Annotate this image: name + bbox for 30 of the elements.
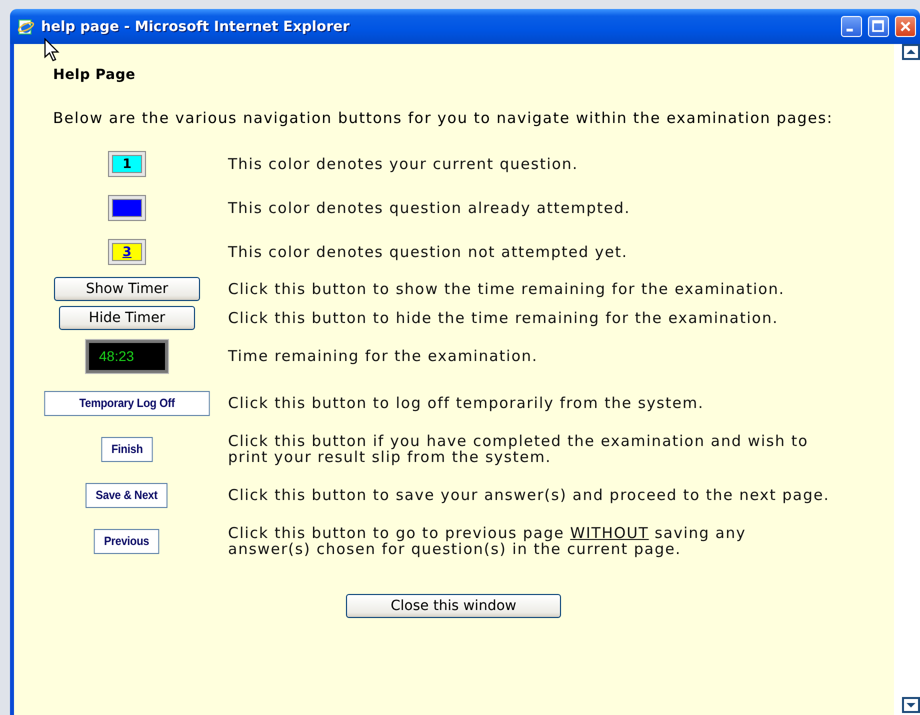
nav-button[interactable]: Temporary Log Off [44, 390, 210, 416]
description-text: Click this button to save your answer(s) and proceed to the next page. [228, 487, 831, 503]
description-text: Click this button to go to previous page WITHOUT saving any answer(s) chosen for question(s) in the current page. [228, 525, 748, 557]
question-swatch: 1 [112, 155, 142, 173]
question-swatch: 3 [112, 243, 142, 261]
timer-button[interactable]: Hide Timer [59, 306, 195, 330]
description-text: Click this button if you have completed the examination and wish to print your result slip from the system. [228, 433, 810, 465]
description-text: This color denotes your current question. [228, 156, 580, 172]
browser-icon [17, 18, 35, 36]
description-text: Time remaining for the examination. [228, 348, 539, 364]
timer-display: 48:23 [86, 340, 168, 372]
close-window-button[interactable]: Close this window [346, 594, 561, 618]
maximize-button[interactable] [868, 16, 889, 37]
close-icon[interactable] [895, 16, 916, 37]
nav-button[interactable]: Save & Next [86, 482, 168, 508]
scroll-down-icon[interactable] [902, 697, 920, 713]
scroll-up-icon[interactable] [902, 44, 920, 60]
description-text: Click this button to log off temporarily from the system. [228, 395, 705, 411]
cursor-icon [44, 38, 60, 62]
timer-button[interactable]: Show Timer [54, 276, 200, 300]
minimize-button[interactable] [841, 16, 862, 37]
description-text: Click this button to hide the time remaining for the examination. [228, 310, 780, 326]
description-text: This color denotes question already attempted. [228, 200, 632, 216]
nav-button[interactable]: Previous [94, 528, 160, 554]
description-text: Click this button to show the time remaining for the examination. [228, 280, 786, 296]
window-title: help page - Microsoft Internet Explorer [41, 18, 350, 34]
description-text: This color denotes question not attempted yet. [228, 244, 629, 260]
intro-text: Below are the various navigation buttons for you to navigate within the examination pages: [53, 109, 834, 127]
page-heading: Help Page [53, 67, 136, 83]
nav-button[interactable]: Finish [101, 436, 153, 462]
